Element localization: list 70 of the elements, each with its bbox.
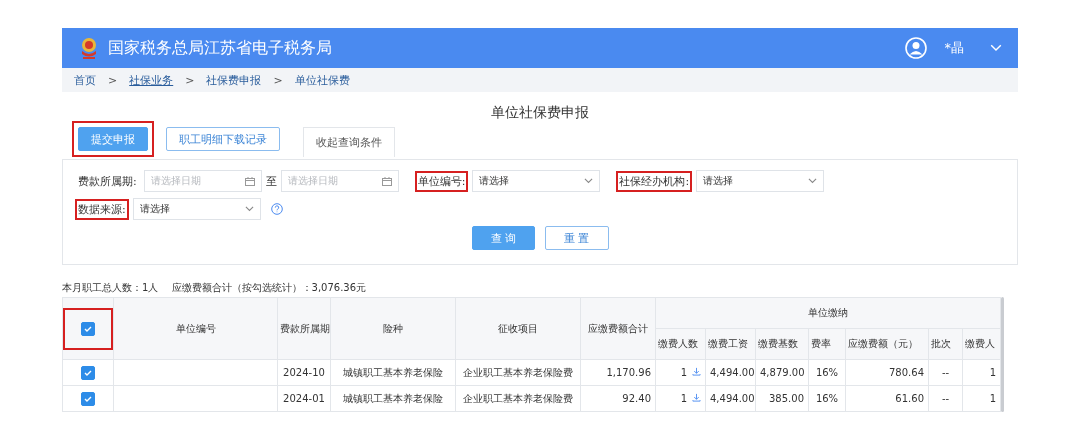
column-header: 缴费基数 [755,328,809,360]
table-cell: -- [928,359,963,386]
table-cell: 城镇职工基本养老保险 [330,359,456,386]
table-cell: 4,494.00 [705,385,756,412]
download-icon[interactable] [692,393,701,402]
filter-label: 单位编号: [417,173,466,189]
help-icon[interactable] [270,203,283,215]
table-cell: 企业职工基本养老保险费 [455,385,581,412]
user-avatar-icon[interactable] [904,37,927,59]
site-title: 国家税务总局江苏省电子税务局 [108,37,333,59]
breadcrumb-link[interactable]: 首页 [74,72,96,88]
column-header: 应缴费额合计 [580,297,656,360]
chevron-down-icon [244,206,254,212]
breadcrumb-separator: > [108,73,118,87]
calendar-icon [244,176,255,186]
select-field[interactable]: 请选择 [472,170,601,192]
chevron-down-icon [584,178,594,184]
table-cell: 2024-10 [277,359,331,386]
calendar-icon [381,176,392,186]
breadcrumb-separator: > [185,73,195,87]
column-header: 险种 [330,297,456,360]
filter-label: 社保经办机构: [619,173,690,189]
checkmark-icon [84,324,92,333]
select-field[interactable]: 请选择 [696,170,825,192]
chevron-down-icon [990,44,1002,52]
table-cell: 61.60 [845,385,929,412]
chevron-down-icon [808,178,818,184]
breadcrumb-link[interactable]: 社保费申报 [206,72,262,88]
table-cell: 2024-01 [277,385,331,412]
filter-label: 数据来源: [78,201,126,217]
action-button[interactable]: 职工明细下载记录 [166,127,280,151]
checkbox[interactable] [81,365,95,380]
table-cell: 780.64 [845,359,929,386]
select-field[interactable]: 请选择 [132,198,261,220]
checkmark-icon [84,394,92,403]
breadcrumb-separator: > [273,73,283,87]
table-cell: 385.00 [755,385,809,412]
column-group-header: 单位缴纳 [655,297,1001,329]
query-button[interactable]: 重 置 [545,226,609,250]
download-icon[interactable] [692,367,701,376]
column-header: 征收项目 [455,297,581,360]
table-cell: 16% [808,385,846,412]
range-separator: 至 [265,173,277,189]
table-cell: 92.40 [580,385,656,412]
page-title: 单位社保费申报 [490,104,590,122]
table-cell: 1 [655,385,706,412]
filter-label: 费款所属期: [78,173,137,189]
checkmark-icon [84,368,92,377]
breadcrumb-link[interactable]: 单位社保费 [294,72,350,88]
column-header: 缴费人数 [655,328,706,360]
table-cell: -- [928,385,963,412]
column-header: 费款所属期 [277,297,331,360]
column-header: 缴费工资 [705,328,756,360]
table-cell: 1 [962,385,1001,412]
user-name: *晶 [944,39,964,57]
column-header: 单位编号 [113,297,278,360]
checkbox[interactable] [81,391,95,406]
checkbox[interactable] [81,321,95,336]
summary-text: 本月职工总人数：1人 应缴费额合计（按勾选统计）：3,076.36元 [62,281,368,295]
breadcrumb-link[interactable]: 社保业务 [129,72,174,88]
collapse-tab[interactable]: 收起查询条件 [303,127,395,157]
column-header: 应缴费额（元） [845,328,929,360]
table-cell: 1 [655,359,706,386]
table-cell: 4,494.00 [705,359,756,386]
table-cell: 城镇职工基本养老保险 [330,385,456,412]
table-cell: 1,170.96 [580,359,656,386]
table-cell: 16% [808,359,846,386]
table-cell: 企业职工基本养老保险费 [455,359,581,386]
table-cell: 4,879.00 [755,359,809,386]
table-cell: 1 [962,359,1001,386]
